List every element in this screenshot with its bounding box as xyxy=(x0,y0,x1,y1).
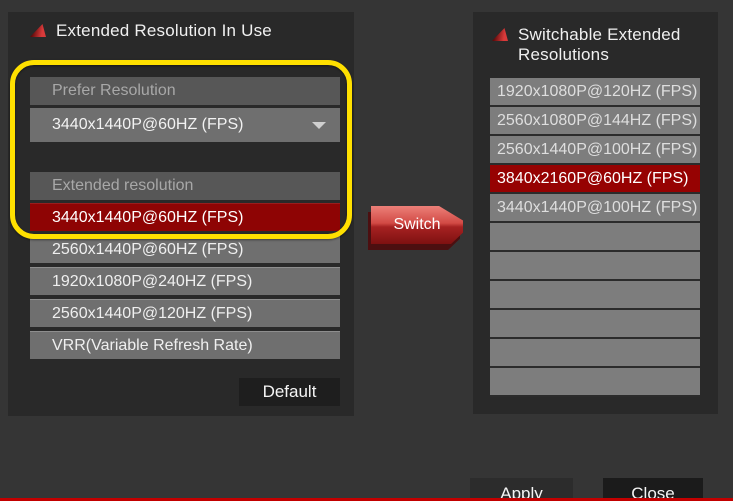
list-item[interactable]: 2560x1440P@100HZ (FPS) xyxy=(490,136,700,165)
default-button[interactable]: Default xyxy=(239,378,340,406)
resolution-settings-window: Extended Resolution In Use Prefer Resolu… xyxy=(0,0,733,501)
prefer-resolution-dropdown[interactable]: 3440x1440P@60HZ (FPS) xyxy=(30,108,340,142)
extended-resolution-in-use-panel: Extended Resolution In Use Prefer Resolu… xyxy=(8,12,354,416)
red-triangle-icon xyxy=(492,28,508,41)
left-panel-header: Extended Resolution In Use xyxy=(30,21,272,41)
list-item[interactable]: 2560x1440P@60HZ (FPS) xyxy=(30,235,340,263)
empty-list-slot xyxy=(490,281,700,310)
list-item[interactable]: 1920x1080P@120HZ (FPS) xyxy=(490,78,700,107)
switchable-resolutions-panel: Switchable Extended Resolutions 1920x108… xyxy=(473,12,718,414)
prefer-resolution-label: Prefer Resolution xyxy=(30,77,340,105)
switchable-resolution-list: 1920x1080P@120HZ (FPS)2560x1080P@144HZ (… xyxy=(490,78,700,397)
red-triangle-icon xyxy=(30,24,46,37)
right-panel-header: Switchable Extended Resolutions xyxy=(492,25,703,65)
switch-button[interactable]: Switch xyxy=(371,206,463,250)
empty-list-slot xyxy=(490,368,700,397)
empty-list-slot xyxy=(490,223,700,252)
list-item[interactable]: VRR(Variable Refresh Rate) xyxy=(30,331,340,359)
chevron-down-icon xyxy=(312,122,326,129)
list-item[interactable]: 2560x1080P@144HZ (FPS) xyxy=(490,107,700,136)
extended-resolution-list: 3440x1440P@60HZ (FPS) 2560x1440P@60HZ (FP… xyxy=(30,203,340,363)
empty-list-slot xyxy=(490,339,700,368)
list-item[interactable]: 3440x1440P@60HZ (FPS) xyxy=(30,203,340,231)
switch-button-label: Switch xyxy=(371,206,463,244)
list-item[interactable]: 3440x1440P@100HZ (FPS) xyxy=(490,194,700,223)
empty-list-slot xyxy=(490,310,700,339)
prefer-resolution-value: 3440x1440P@60HZ (FPS) xyxy=(30,108,340,142)
list-item[interactable]: 3840x2160P@60HZ (FPS) xyxy=(490,165,700,194)
empty-list-slot xyxy=(490,252,700,281)
list-item[interactable]: 1920x1080P@240HZ (FPS) xyxy=(30,267,340,295)
left-panel-title: Extended Resolution In Use xyxy=(56,21,272,41)
list-item[interactable]: 2560x1440P@120HZ (FPS) xyxy=(30,299,340,327)
extended-resolution-label: Extended resolution xyxy=(30,172,340,200)
right-panel-title: Switchable Extended Resolutions xyxy=(518,25,703,65)
